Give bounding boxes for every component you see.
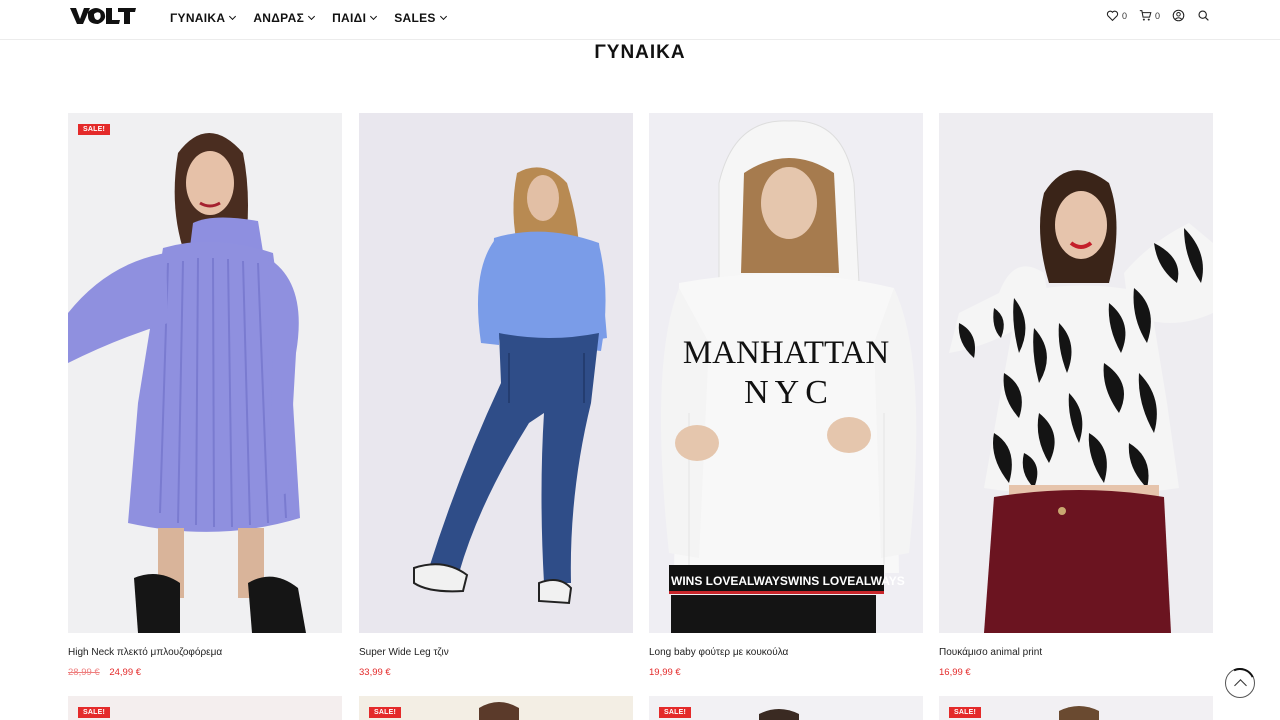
product-name[interactable]: Super Wide Leg τζιν <box>359 647 633 658</box>
product-photo-sweater-dress <box>68 113 342 633</box>
product-image-next-row[interactable]: SALE! <box>359 696 633 720</box>
account-button[interactable] <box>1172 9 1185 22</box>
product-image[interactable] <box>939 113 1213 633</box>
product-image[interactable]: SALE! <box>68 113 342 633</box>
product-name[interactable]: Πουκάμισο animal print <box>939 647 1213 658</box>
product-name[interactable]: Long baby φούτερ με κουκούλα <box>649 647 923 658</box>
price-block: 16,99 € <box>939 667 1213 678</box>
price-block: 19,99 € <box>649 667 923 678</box>
product-image-next-row[interactable]: SALE! <box>649 696 923 720</box>
price-block: 33,99 € <box>359 667 633 678</box>
nav-item-men[interactable]: ΑΝΔΡΑΣ <box>253 11 316 25</box>
heart-icon <box>1106 10 1119 22</box>
product-photo-zebra-shirt <box>939 113 1213 633</box>
brand-logo[interactable] <box>68 6 138 26</box>
chevron-down-icon <box>439 12 447 21</box>
chevron-down-icon <box>370 12 378 21</box>
product-card: MANHATTAN NYC WINS LOVEALWAYSWINS LOVEAL… <box>649 113 923 678</box>
main-nav: ΓΥΝΑΙΚΑ ΑΝΔΡΑΣ ΠΑΙΔΙ SALES <box>170 11 464 25</box>
hoodie-print-line2: NYC <box>744 374 834 411</box>
nav-item-women[interactable]: ΓΥΝΑΙΚΑ <box>170 11 237 25</box>
product-image-next-row[interactable]: SALE! <box>68 696 342 720</box>
product-photo-wide-leg-jeans <box>359 113 633 633</box>
sale-badge: SALE! <box>78 707 110 718</box>
cart-button[interactable]: 0 <box>1139 9 1160 22</box>
current-price: 24,99 € <box>109 667 142 678</box>
wishlist-count: 0 <box>1121 10 1127 21</box>
cart-count: 0 <box>1154 10 1160 21</box>
site-header: ΓΥΝΑΙΚΑ ΑΝΔΡΑΣ ΠΑΙΔΙ SALES 0 0 <box>0 0 1280 40</box>
product-card: SALE! High Neck πλεκτό μπλουζοφόρεμα 28,… <box>68 113 342 678</box>
header-actions: 0 0 <box>1106 9 1210 22</box>
chevron-down-icon <box>229 12 237 21</box>
search-icon <box>1198 10 1209 21</box>
price-block: 28,99 € 24,99 € <box>68 667 342 678</box>
product-name[interactable]: High Neck πλεκτό μπλουζοφόρεμα <box>68 647 342 658</box>
old-price: 28,99 € <box>68 667 100 678</box>
sale-badge: SALE! <box>659 707 691 718</box>
sale-badge: SALE! <box>949 707 981 718</box>
current-price: 19,99 € <box>649 667 681 678</box>
product-card: Super Wide Leg τζιν 33,99 € <box>359 113 633 678</box>
scroll-progress-ring <box>1220 663 1260 703</box>
sale-badge: SALE! <box>369 707 401 718</box>
current-price: 16,99 € <box>939 667 971 678</box>
product-image[interactable] <box>359 113 633 633</box>
scroll-to-top-button[interactable] <box>1220 663 1260 703</box>
logo-mark <box>70 8 136 24</box>
hoodie-print-line1: MANHATTAN <box>683 335 890 371</box>
product-image-next-row[interactable]: SALE! <box>939 696 1213 720</box>
nav-item-kids[interactable]: ΠΑΙΔΙ <box>332 11 378 25</box>
hoodie-band-text: WINS LOVEALWAYSWINS LOVEALWAYS <box>671 574 905 588</box>
page-title: ΓΥΝΑΙΚΑ <box>594 42 686 63</box>
chevron-down-icon <box>308 12 316 21</box>
search-button[interactable] <box>1197 9 1210 22</box>
nav-item-sales[interactable]: SALES <box>394 11 447 25</box>
product-photo-hoodie: MANHATTAN NYC WINS LOVEALWAYSWINS LOVEAL… <box>649 113 923 633</box>
product-image[interactable]: MANHATTAN NYC WINS LOVEALWAYSWINS LOVEAL… <box>649 113 923 633</box>
cart-icon <box>1139 10 1152 21</box>
product-card: Πουκάμισο animal print 16,99 € <box>939 113 1213 678</box>
current-price: 33,99 € <box>359 667 391 678</box>
sale-badge: SALE! <box>78 124 110 135</box>
wishlist-button[interactable]: 0 <box>1106 9 1127 22</box>
account-icon <box>1172 9 1185 22</box>
